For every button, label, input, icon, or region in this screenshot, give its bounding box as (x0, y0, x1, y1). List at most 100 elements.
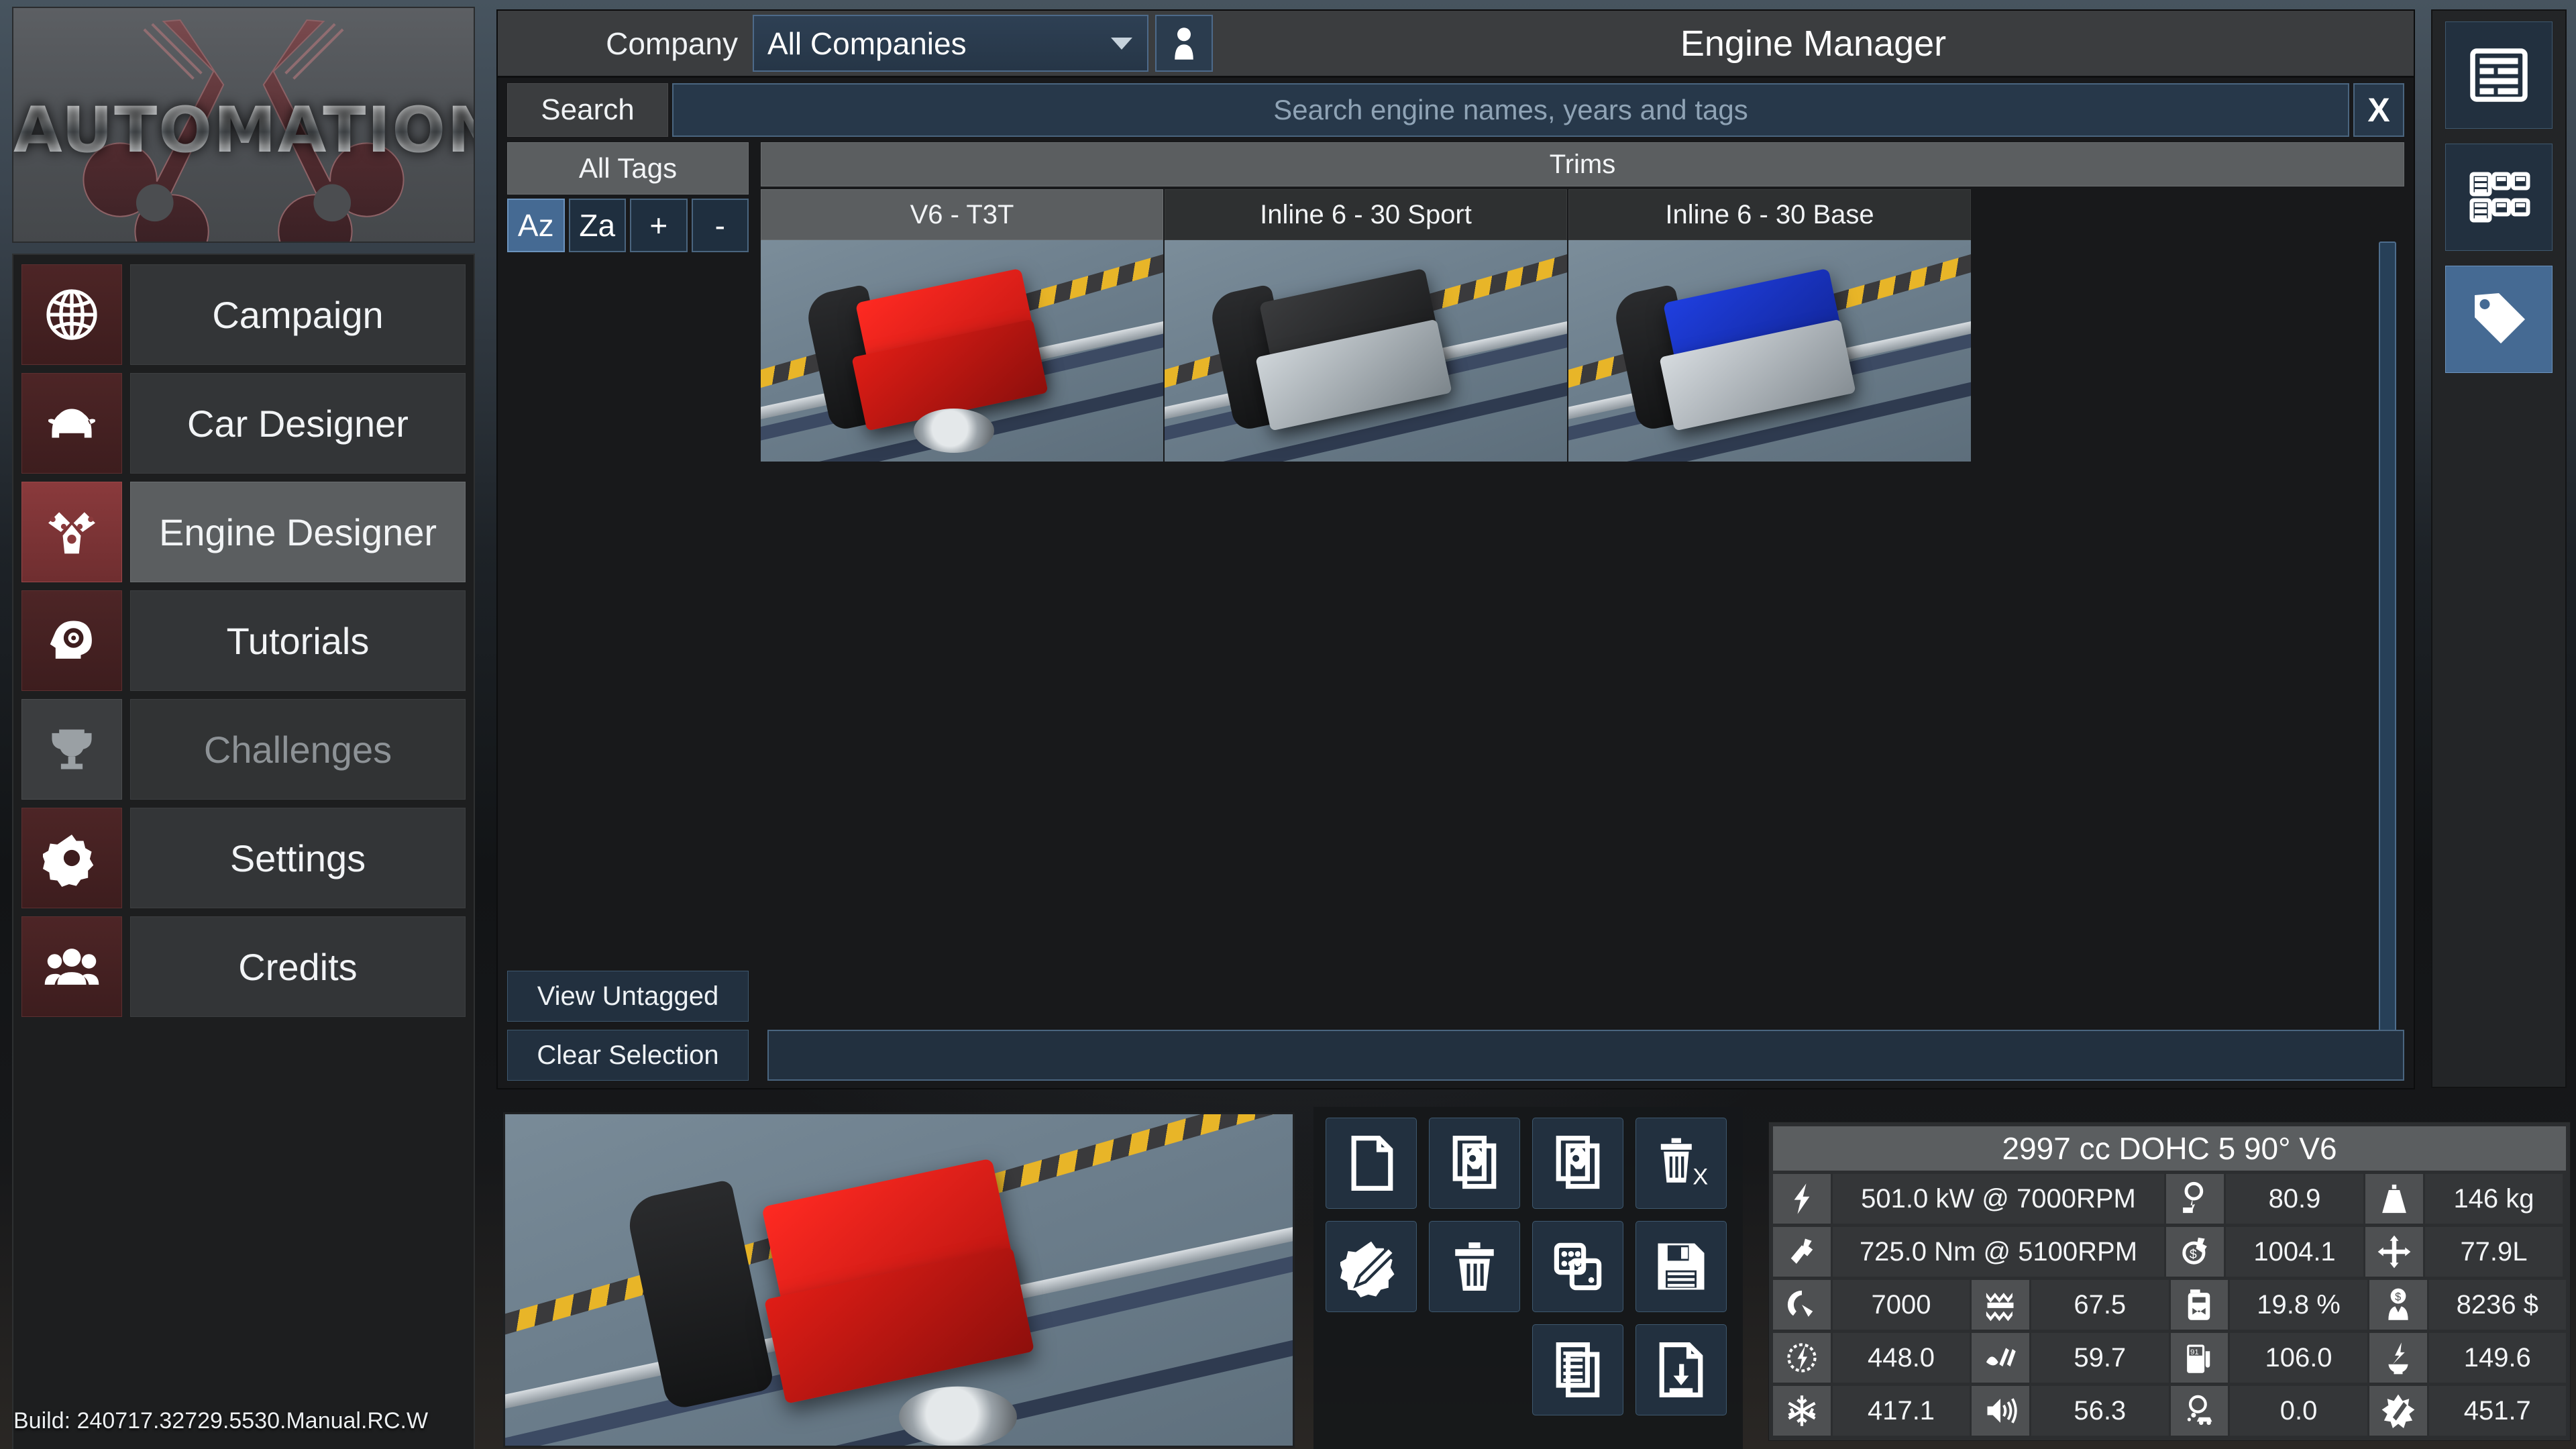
clear-selection-button[interactable]: Clear Selection (507, 1030, 749, 1081)
trim-thumbnail-1[interactable] (1165, 240, 1567, 462)
list-view-icon (2470, 48, 2528, 102)
paste-engine-button[interactable] (1532, 1118, 1623, 1209)
rpm-icon (1773, 1280, 1831, 1330)
search-row: Search Search engine names, years and ta… (498, 78, 2414, 137)
duplicate-button[interactable] (1532, 1221, 1623, 1312)
vertical-scrollbar[interactable] (2379, 239, 2396, 1044)
sidebar-item-label: Engine Designer (130, 482, 466, 582)
trim-tab-0[interactable]: V6 - T3T (761, 189, 1163, 240)
grid-view-button[interactable] (2445, 144, 2553, 251)
tag-view-button[interactable] (2445, 266, 2553, 373)
weight-icon (2365, 1174, 2423, 1224)
new-engine-button[interactable] (1326, 1118, 1417, 1209)
manager-header: Company All Companies Engine Manager (498, 11, 2414, 78)
globe-icon (21, 264, 122, 365)
engine-preview-viewport[interactable] (503, 1112, 1295, 1448)
manager-body: Search Search engine names, years and ta… (498, 78, 2414, 1087)
fuel-value: 19.8 % (2230, 1280, 2367, 1330)
search-input[interactable]: Search engine names, years and tags (672, 83, 2349, 137)
engine-render-2 (1568, 240, 1971, 462)
grid-view-icon (2469, 172, 2530, 223)
trim-thumbnail-2[interactable] (1568, 240, 1971, 462)
sidebar-item-credits[interactable]: Credits (21, 916, 466, 1017)
all-tags-button[interactable]: All Tags (507, 142, 749, 195)
sidebar-item-campaign[interactable]: Campaign (21, 264, 466, 365)
pistons-icon (21, 482, 122, 582)
delete-variant-button[interactable]: X (1635, 1118, 1727, 1209)
price-value: 8236 $ (2428, 1280, 2566, 1330)
svg-text:91: 91 (2190, 1348, 2199, 1356)
edit-engine-button[interactable] (1326, 1221, 1417, 1312)
sidebar-item-challenges[interactable]: Challenges (21, 699, 466, 800)
loudness-value: 56.3 (2031, 1386, 2169, 1436)
list-view-button[interactable] (2445, 21, 2553, 129)
stat-row-3: 7000 67.5 19.8 % $ 8236 $ (1773, 1280, 2566, 1330)
company-dropdown[interactable]: All Companies (753, 15, 1148, 72)
sidebar-item-tutorials[interactable]: Tutorials (21, 590, 466, 691)
remove-tag-button[interactable]: - (691, 199, 749, 252)
import-button[interactable] (1635, 1324, 1727, 1415)
sort-za-button[interactable]: Za (568, 199, 626, 252)
copy-engine-button[interactable] (1429, 1118, 1520, 1209)
tag-icon (2475, 293, 2525, 343)
paste-settings-icon (1556, 1136, 1600, 1189)
sidebar-item-label: Tutorials (130, 590, 466, 691)
reliability-icon (2369, 1333, 2427, 1383)
sidebar-item-label: Campaign (130, 264, 466, 365)
wear-icon (2369, 1386, 2427, 1436)
octane-icon: 91 (2170, 1333, 2229, 1383)
sidebar-item-label: Car Designer (130, 373, 466, 474)
build-version-text: Build: 240717.32729.5530.Manual.RC.W (13, 1408, 429, 1434)
toolbar-row-1: X (1326, 1118, 1731, 1209)
engine-action-toolbar: X (1313, 1107, 1743, 1449)
trim-tab-2[interactable]: Inline 6 - 30 Base (1568, 189, 1971, 240)
save-button[interactable] (1635, 1221, 1727, 1312)
person-icon (1175, 27, 1193, 60)
scrollbar-thumb[interactable] (2379, 241, 2396, 1040)
toolbar-row-2 (1326, 1221, 1731, 1312)
fuel-can-icon (2170, 1280, 2229, 1330)
smoothness-value: 59.7 (2031, 1333, 2169, 1383)
toolbar-blank-1 (1326, 1324, 1417, 1415)
trim-thumbnail-row (761, 240, 2404, 462)
add-tag-button[interactable]: + (630, 199, 688, 252)
svg-text:$: $ (2395, 1291, 2401, 1303)
size-icon (2365, 1227, 2423, 1277)
trims-panel: Trims V6 - T3T Inline 6 - 30 Sport Inlin… (761, 142, 2404, 1029)
chevron-down-icon (1111, 37, 1132, 50)
export-list-button[interactable] (1532, 1324, 1623, 1415)
rpm-value: 7000 (1832, 1280, 1970, 1330)
size-value: 77.9L (2425, 1227, 2563, 1277)
weight-value: 146 kg (2425, 1174, 2563, 1224)
toolbar-row-3 (1326, 1324, 1731, 1415)
company-label: Company (498, 11, 753, 76)
view-untagged-button[interactable]: View Untagged (507, 971, 749, 1022)
engine-render-0 (761, 240, 1163, 462)
content-row: All Tags Az Za + - Trims V6 - T3T Inline… (498, 137, 2414, 1029)
engine-card-area[interactable] (761, 462, 2404, 1029)
search-label: Search (507, 83, 668, 137)
gear-pencil-icon (1340, 1241, 1397, 1297)
pollution-value: 0.0 (2230, 1386, 2367, 1436)
torque-value: 725.0 Nm @ 5100RPM (1833, 1227, 2164, 1277)
sidebar-item-label: Challenges (130, 699, 466, 800)
delete-engine-button[interactable] (1429, 1221, 1520, 1312)
trims-tab-row: V6 - T3T Inline 6 - 30 Sport Inline 6 - … (761, 189, 2404, 240)
selected-tags-field[interactable] (767, 1030, 2404, 1081)
copy-settings-icon (1452, 1136, 1497, 1189)
person-filter-button[interactable] (1155, 15, 1213, 72)
tag-list[interactable] (507, 252, 749, 943)
sidebar-item-car-designer[interactable]: Car Designer (21, 373, 466, 474)
trim-thumbnail-0[interactable] (761, 240, 1163, 462)
save-icon (1658, 1243, 1705, 1290)
main-nav-panel: Campaign Car Designer Engine Designer Tu… (12, 254, 475, 1449)
sidebar-item-engine-designer[interactable]: Engine Designer (21, 482, 466, 582)
smoothness-icon (1972, 1333, 2030, 1383)
sort-az-button[interactable]: Az (507, 199, 565, 252)
emissions-value: 80.9 (2226, 1174, 2363, 1224)
sidebar-item-label: Settings (130, 808, 466, 908)
sidebar-item-settings[interactable]: Settings (21, 808, 466, 908)
trim-tab-1[interactable]: Inline 6 - 30 Sport (1165, 189, 1567, 240)
clear-search-button[interactable]: X (2353, 83, 2404, 137)
